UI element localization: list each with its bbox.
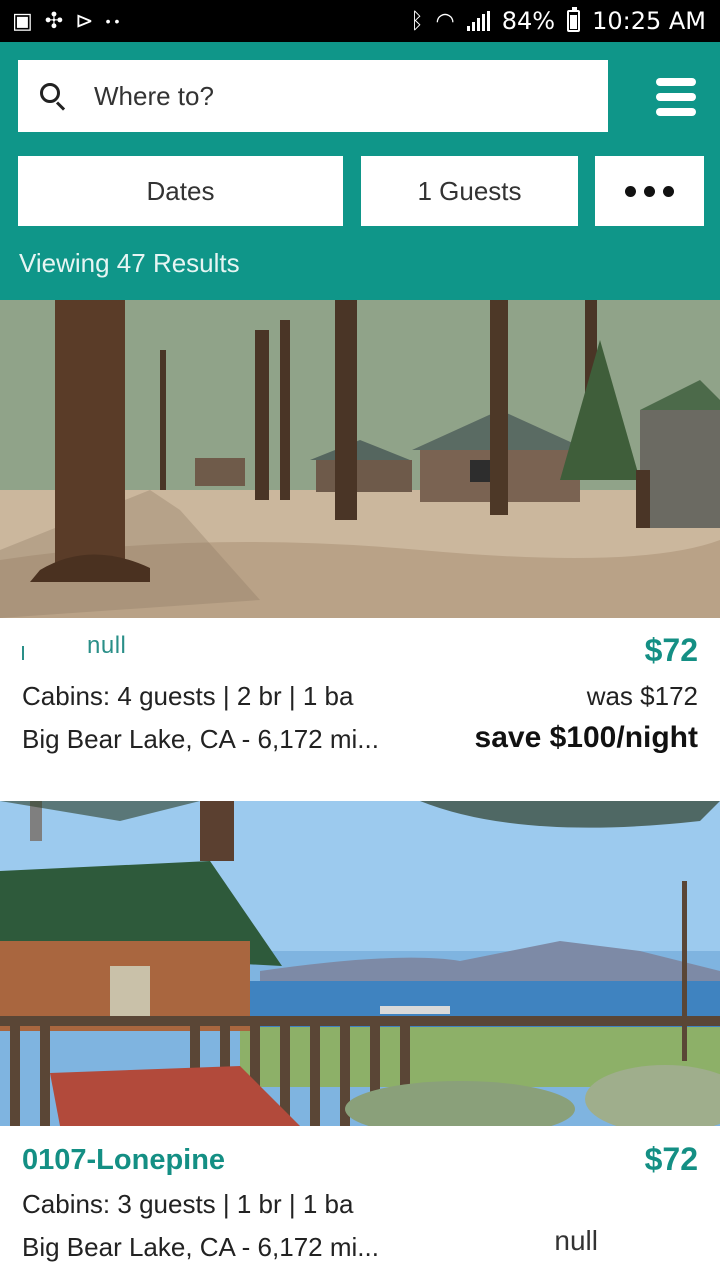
listing-photo[interactable] xyxy=(0,801,720,1126)
cabins-among-pine-trees-photo xyxy=(0,300,720,618)
play-icon: ⊳ xyxy=(75,8,94,33)
listing-extra: null xyxy=(554,1225,598,1256)
battery-percent: 84% xyxy=(501,7,556,35)
more-filters-button[interactable] xyxy=(595,156,704,226)
guests-button[interactable]: 1 Guests xyxy=(361,156,578,226)
title-accent xyxy=(22,646,24,660)
results-count: Viewing 47 Results xyxy=(19,248,240,278)
search-header: Dates 1 Guests Viewing 47 Results xyxy=(0,42,720,300)
signal-icon xyxy=(466,11,490,31)
fan-icon: ✣ xyxy=(44,8,64,33)
listing-details: Cabins: 4 guests | 2 br | 1 ba xyxy=(22,681,354,711)
battery-icon xyxy=(567,7,581,32)
listing-card[interactable]: 0107-Lonepine $72 Cabins: 3 guests | 1 b… xyxy=(0,1126,720,1280)
listing-photo[interactable] xyxy=(0,300,720,618)
listing-title: 0107-Lonepine xyxy=(22,1144,226,1176)
dates-button[interactable]: Dates xyxy=(18,156,343,226)
wifi-icon: ◠ xyxy=(435,8,455,33)
image-icon: ▣ xyxy=(12,8,33,33)
listing-savings: save $100/night xyxy=(474,721,698,754)
search-input[interactable] xyxy=(94,80,534,112)
more-dots-icon xyxy=(625,185,636,197)
listing-location: Big Bear Lake, CA - 6,172 mi... xyxy=(22,724,379,754)
listing-details: Cabins: 3 guests | 1 br | 1 ba xyxy=(22,1189,354,1219)
search-icon xyxy=(40,83,66,111)
dots-icon: • • xyxy=(105,13,120,29)
listing-price: $72 xyxy=(644,1141,698,1177)
status-bar: ▣ ✣ ⊳ • • ᛒ ◠ 84% 10:25 AM xyxy=(0,0,720,42)
hamburger-menu-icon[interactable] xyxy=(656,78,696,116)
listing-was-price: was $172 xyxy=(586,681,698,711)
status-bar-right: ᛒ ◠ 84% 10:25 AM xyxy=(410,7,706,35)
listing-location: Big Bear Lake, CA - 6,172 mi... xyxy=(22,1232,379,1262)
listing-price: $72 xyxy=(644,632,698,668)
status-bar-left: ▣ ✣ ⊳ • • xyxy=(12,10,119,32)
cabin-deck-lake-view-photo xyxy=(0,801,720,1126)
listing-title: null xyxy=(87,632,127,659)
listing-card[interactable]: null $72 Cabins: 4 guests | 2 br | 1 ba … xyxy=(0,618,720,801)
search-bar[interactable] xyxy=(18,60,608,132)
bluetooth-icon: ᛒ xyxy=(410,8,424,33)
clock: 10:25 AM xyxy=(592,7,706,35)
